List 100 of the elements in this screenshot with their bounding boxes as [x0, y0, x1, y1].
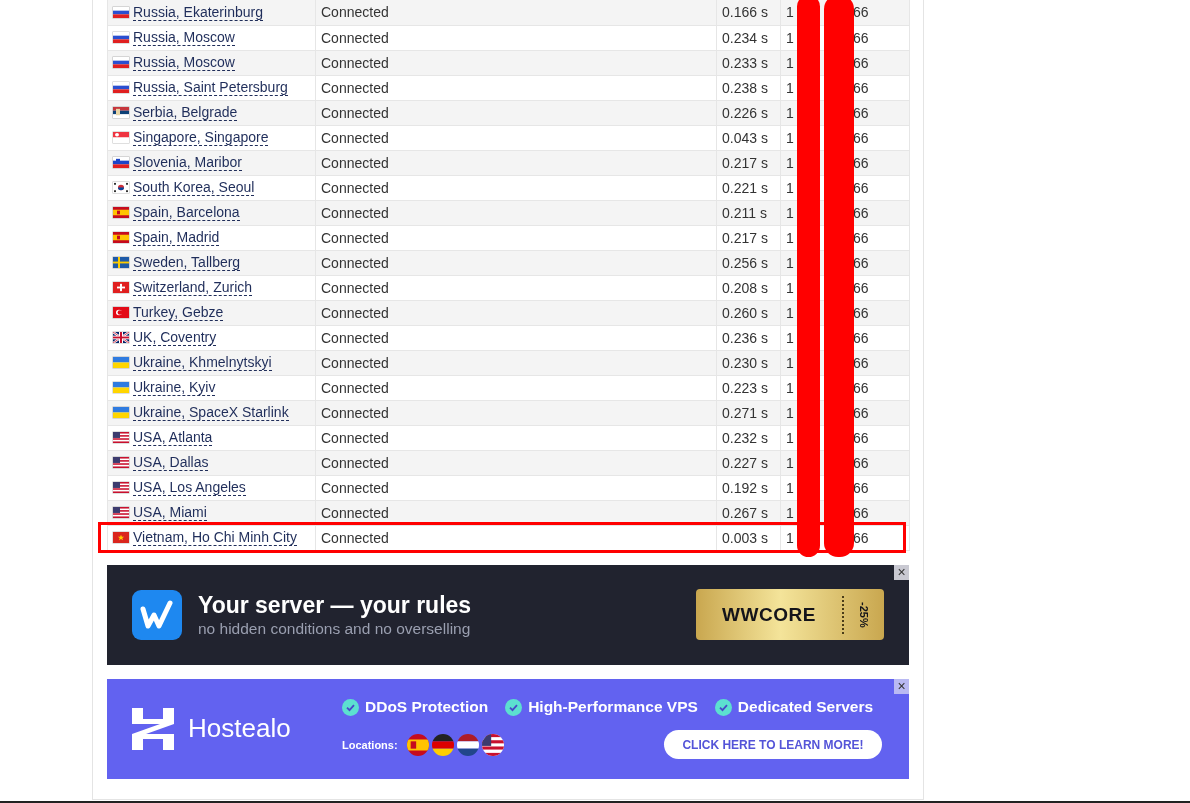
flag-icon	[113, 232, 129, 243]
ip-fragment: 1	[786, 453, 795, 473]
ip-fragment: 1	[786, 303, 795, 323]
ip-fragment: 1	[786, 378, 795, 398]
ip-fragment: 66	[853, 329, 869, 346]
flag-icon	[113, 432, 129, 443]
table-cell: Connected	[315, 325, 717, 350]
table-cell: Connected	[315, 375, 717, 400]
table-cell: Connected	[315, 300, 717, 325]
flag-icon	[113, 182, 129, 193]
location-link[interactable]: Singapore, Singapore	[133, 129, 269, 146]
location-link[interactable]: Ukraine, Kyiv	[133, 379, 216, 396]
flag-icon	[456, 733, 479, 756]
close-button[interactable]: ×	[894, 564, 909, 580]
ip-fragment: 1	[786, 178, 795, 198]
location-link[interactable]: Serbia, Belgrade	[133, 104, 238, 121]
location-link[interactable]: Spain, Madrid	[133, 229, 220, 246]
flag-icon	[113, 332, 129, 343]
location-link[interactable]: USA, Los Angeles	[133, 479, 246, 496]
table-cell: Connected	[315, 350, 717, 375]
ip-fragment: 66	[853, 154, 869, 171]
table-cell: 0.232 s	[716, 425, 781, 450]
ip-fragment: 1	[786, 228, 795, 248]
learn-more-button[interactable]: CLICK HERE TO LEARN MORE!	[664, 730, 882, 759]
flag-icon	[113, 207, 129, 218]
flag-icon	[481, 733, 504, 756]
location-link[interactable]: Spain, Barcelona	[133, 204, 240, 221]
location-link[interactable]: UK, Coventry	[133, 329, 217, 346]
ip-fragment: 66	[853, 204, 869, 221]
table-cell: Connected	[315, 225, 717, 250]
ip-fragment: 66	[853, 179, 869, 196]
ip-fragment: 66	[853, 129, 869, 146]
ip-fragment: 66	[853, 279, 869, 296]
table-cell: Connected	[315, 250, 717, 275]
table-cell: Connected	[315, 450, 717, 475]
ip-fragment: 1	[786, 503, 795, 523]
location-link[interactable]: South Korea, Seoul	[133, 179, 255, 196]
table-cell: Connected	[315, 175, 717, 200]
check-icon	[342, 698, 359, 716]
table-cell: Connected	[315, 475, 717, 500]
flag-icon	[113, 257, 129, 268]
feature-label: DDoS Protection	[365, 698, 489, 716]
flag-icon	[113, 382, 129, 393]
table-cell: Connected	[315, 200, 717, 225]
ip-fragment: 1	[786, 528, 795, 548]
location-link[interactable]: Turkey, Gebze	[133, 304, 224, 321]
ip-fragment: 66	[853, 104, 869, 121]
flag-icon	[113, 107, 129, 118]
location-link[interactable]: Switzerland, Zurich	[133, 279, 253, 296]
location-link[interactable]: Russia, Moscow	[133, 54, 235, 71]
location-link[interactable]: Sweden, Tallberg	[133, 254, 241, 271]
location-link[interactable]: Russia, Moscow	[133, 29, 235, 46]
locations-label: Locations:	[342, 738, 398, 751]
location-link[interactable]: USA, Dallas	[133, 454, 209, 471]
brand-name: Hostealo	[188, 713, 291, 744]
flag-icon	[113, 6, 129, 18]
close-button[interactable]: ×	[894, 678, 909, 694]
flag-icon	[113, 482, 129, 493]
table-cell: Connected	[315, 25, 717, 50]
flag-icon	[113, 282, 129, 293]
ip-fragment: 1	[786, 78, 795, 98]
table-cell: Connected	[315, 275, 717, 300]
table-cell: 0.208 s	[716, 275, 781, 300]
ip-fragment: 66	[853, 404, 869, 421]
location-link[interactable]: Ukraine, SpaceX Starlink	[133, 404, 289, 421]
flag-icon	[406, 733, 429, 756]
flag-icon	[113, 532, 129, 543]
ip-fragment: 1	[786, 53, 795, 73]
location-link[interactable]: USA, Miami	[133, 504, 207, 521]
table-cell: Connected	[315, 425, 717, 450]
logo-icon	[132, 707, 174, 750]
ip-fragment: 1	[786, 253, 795, 273]
ip-fragment: 1	[786, 428, 795, 448]
table-cell: 0.234 s	[716, 25, 781, 50]
location-link[interactable]: Vietnam, Ho Chi Minh City	[133, 529, 297, 546]
location-link[interactable]: Ukraine, Khmelnytskyi	[133, 354, 272, 371]
flag-icon	[113, 357, 129, 368]
flag-icon	[113, 307, 129, 318]
discount-label: -25%	[857, 601, 871, 628]
ip-fragment: 66	[853, 254, 869, 271]
location-link[interactable]: USA, Atlanta	[133, 429, 213, 446]
location-link[interactable]: Russia, Ekaterinburg	[133, 3, 263, 21]
table-cell: 0.236 s	[716, 325, 781, 350]
location-link[interactable]: Slovenia, Maribor	[133, 154, 242, 171]
flag-icon	[431, 733, 454, 756]
flag-icon	[113, 57, 129, 68]
ip-fragment: 66	[853, 229, 869, 246]
ip-fragment: 66	[853, 4, 869, 21]
ad-subtitle: no hidden conditions and no overselling	[198, 618, 472, 639]
ip-fragment: 1	[786, 28, 795, 48]
location-link[interactable]: Russia, Saint Petersburg	[133, 79, 288, 96]
flag-icon	[113, 157, 129, 168]
ip-fragment: 66	[853, 454, 869, 471]
check-icon	[505, 698, 523, 716]
flag-icon	[113, 507, 129, 518]
ip-fragment: 1	[786, 103, 795, 123]
table-cell: Connected	[315, 0, 717, 25]
feature-label: Dedicated Servers	[737, 698, 874, 716]
table-cell: 0.043 s	[716, 125, 781, 150]
table-cell: 0.217 s	[716, 225, 781, 250]
